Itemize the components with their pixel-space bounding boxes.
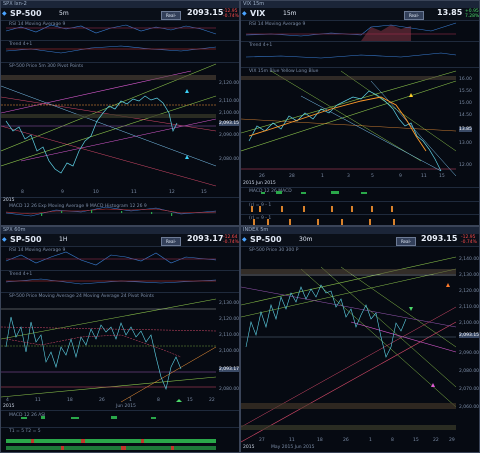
y-tick: 13.00	[459, 141, 472, 146]
x-tick: 29	[449, 438, 455, 443]
x-tick: 9	[399, 174, 402, 179]
y-tick: 2,100.00	[459, 321, 480, 326]
x-tick: 18	[67, 398, 73, 403]
y-tick: 2,070.00	[459, 387, 480, 392]
x-tick: 15	[187, 398, 193, 403]
year-label: 2015	[3, 404, 15, 409]
year-label: 2015	[243, 445, 255, 450]
year-label: 2015	[3, 198, 15, 203]
x-tick: 11	[421, 174, 427, 179]
panel-vix-15m: VIX 15m ◆ VIX 15m Real-Time 13.85 +0.95 …	[240, 0, 480, 226]
y-tick-current: 2,093.15	[459, 333, 480, 338]
month-label: Jun 2015	[116, 404, 136, 409]
y-tick: 15.50	[459, 89, 472, 94]
y-tick: 2,140.00	[459, 257, 480, 262]
x-tick: 15	[413, 438, 419, 443]
y-tick: 2,100.00	[219, 349, 240, 354]
y-tick: 2,120.00	[219, 317, 240, 322]
x-tick: 26	[99, 398, 105, 403]
panel-spx-60m: SPX 60m ◆ SP-500 1H Real-Time 2093.17 -1…	[0, 226, 240, 453]
y-tick: 15.00	[459, 101, 472, 106]
x-tick: 11	[131, 190, 137, 195]
y-tick: 2,110.00	[459, 305, 480, 310]
y-tick: 2,120.00	[219, 81, 240, 86]
y-tick: 2,090.00	[219, 133, 240, 138]
x-tick: 11	[35, 398, 41, 403]
y-tick: 2,100.00	[219, 111, 240, 116]
x-tick: 15	[201, 190, 207, 195]
y-tick: 2,080.00	[219, 387, 240, 392]
x-tick: 8	[391, 438, 394, 443]
y-tick: 2,130.00	[459, 273, 480, 278]
x-tick: 26	[259, 174, 265, 179]
x-tick: 18	[317, 438, 323, 443]
x-tick: 11	[289, 438, 295, 443]
x-tick: 3	[347, 174, 350, 179]
y-tick: 14.50	[459, 113, 472, 118]
panel-spx-5m: SPX Ixn-2 ◆ SP-500 5m Real-Time 2093.15 …	[0, 0, 240, 226]
month-label: May 2015 Jun 2015	[271, 445, 315, 450]
y-tick: 2,110.00	[219, 99, 240, 104]
x-tick: 15	[439, 174, 445, 179]
y-tick: 12.00	[459, 163, 472, 168]
chart-graphics	[1, 251, 217, 450]
x-tick: 28	[289, 174, 295, 179]
chart-graphics	[241, 22, 457, 225]
x-tick: 22	[433, 438, 439, 443]
x-tick: 1	[129, 398, 132, 403]
x-tick: 26	[343, 438, 349, 443]
y-tick: 2,120.00	[459, 289, 480, 294]
y-tick: 2,090.00	[459, 351, 480, 356]
x-tick: 8	[157, 398, 160, 403]
y-tick: 2,080.00	[459, 369, 480, 374]
chart-graphics	[241, 256, 457, 443]
x-tick: 22	[209, 398, 215, 403]
panel-sp500-30m: INDEX 5m ◆ SP-500 30m Real-Time 2093.15 …	[240, 226, 480, 453]
x-tick: 9	[61, 190, 64, 195]
x-tick: 10	[93, 190, 99, 195]
x-tick: 12	[169, 190, 175, 195]
x-tick: 4	[6, 398, 9, 403]
year-label: 2015 Jun 2015	[243, 181, 276, 186]
y-tick-current: 2,093.17	[219, 367, 240, 372]
y-tick: 2,130.00	[219, 301, 240, 306]
y-tick-current: 2,093.15	[219, 121, 240, 126]
x-tick: 27	[259, 438, 265, 443]
y-tick: 2,110.00	[219, 333, 240, 338]
y-tick-current: 13.85	[459, 127, 472, 132]
y-tick: 2,080.00	[219, 157, 240, 162]
x-tick: 5	[371, 174, 374, 179]
x-tick: 1	[369, 438, 372, 443]
x-tick: 1	[321, 174, 324, 179]
y-tick: 16.00	[459, 77, 472, 82]
x-tick: 8	[21, 190, 24, 195]
y-tick: 2,060.00	[459, 405, 480, 410]
